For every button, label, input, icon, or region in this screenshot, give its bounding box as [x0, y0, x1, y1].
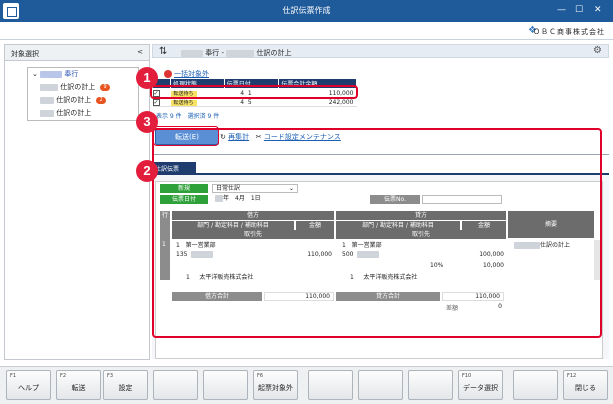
close-button[interactable]: ✕ — [594, 5, 602, 15]
date-day: 5 — [247, 98, 252, 106]
fkey-label: 転送 — [71, 384, 86, 392]
tree-item-3[interactable]: 仕訳の計上 — [28, 107, 138, 120]
callout-3: 3 — [136, 111, 158, 133]
f6-exclude-button[interactable]: F6 起票対象外 — [253, 370, 298, 400]
f5-empty-button[interactable] — [203, 370, 248, 400]
status-badge: 転送待ち — [170, 99, 197, 106]
redacted-text — [181, 49, 203, 57]
fkey-code: F3 — [107, 373, 114, 379]
highlight-box-3 — [153, 126, 219, 146]
target-tree: ⌄ 奉行 仕訳の計上 9 仕訳の計上 2 仕訳の計上 — [27, 67, 139, 121]
redacted-text — [226, 49, 255, 57]
count-badge: 9 — [100, 83, 110, 91]
maximize-button[interactable]: ☐ — [575, 5, 583, 15]
f9-empty-button[interactable] — [408, 370, 453, 400]
highlight-box-1 — [150, 85, 358, 99]
title-bar: 仕訳伝票作成 — ☐ ✕ — [0, 0, 613, 22]
date-month: 4 — [240, 98, 245, 106]
left-panel-title: 対象選択 — [11, 50, 39, 58]
fkey-code: F10 — [462, 373, 472, 379]
grid-summary: 表示 9 件 選択済 9 件 — [156, 113, 220, 120]
fkey-label: 閉じる — [575, 384, 596, 392]
fkey-label: 設定 — [118, 384, 133, 392]
left-panel: 対象選択 < ⌄ 奉行 仕訳の計上 9 仕訳の計上 2 仕訳の計上 — [4, 44, 150, 360]
breadcrumb-part1: 奉行 — [205, 49, 220, 57]
count-badge: 2 — [96, 96, 106, 104]
f1-help-button[interactable]: F1 ヘルプ — [6, 370, 51, 400]
fkey-code: F12 — [567, 373, 577, 379]
fkey-label: ヘルプ — [18, 384, 39, 392]
breadcrumb-part2: 仕訳の計上 — [256, 49, 292, 57]
callout-1: 1 — [136, 67, 158, 89]
row-checkbox[interactable]: ✓ — [152, 98, 160, 106]
function-key-bar: F1 ヘルプ F2 転送 F3 設定 F6 起票対象外 F10 データ選択 F12 閉じる — [0, 366, 613, 404]
f12-close-button[interactable]: F12 閉じる — [563, 370, 608, 400]
gear-icon[interactable]: ⚙ — [593, 45, 602, 56]
exclude-icon — [164, 70, 172, 78]
refresh-icon[interactable]: ⇅ — [159, 46, 167, 57]
redacted-text — [40, 83, 58, 91]
fkey-code: F1 — [10, 373, 17, 379]
collapse-panel-button[interactable]: < — [137, 48, 143, 56]
bulk-exclude-link[interactable]: 一括対象外 — [174, 70, 209, 78]
f4-empty-button[interactable] — [153, 370, 198, 400]
f8-empty-button[interactable] — [358, 370, 403, 400]
redacted-text — [40, 109, 54, 117]
fkey-code: F2 — [60, 373, 67, 379]
f7-empty-button[interactable] — [308, 370, 353, 400]
expand-icon[interactable]: ⌄ — [32, 70, 38, 78]
tree-item-root[interactable]: ⌄ 奉行 — [28, 68, 138, 81]
tree-item-2[interactable]: 仕訳の計上 2 — [28, 94, 138, 107]
redacted-text — [40, 96, 54, 104]
minimize-button[interactable]: — — [557, 5, 566, 15]
company-name: ＯＢＣ商事株式会社 — [533, 28, 605, 36]
window-title: 仕訳伝票作成 — [282, 6, 331, 15]
f2-send-button[interactable]: F2 転送 — [56, 370, 101, 400]
breadcrumb-sep: - — [221, 49, 224, 57]
tree-item-label: 奉行 — [64, 70, 79, 78]
highlight-box-2 — [152, 128, 602, 338]
tree-item-label: 仕訳の計上 — [56, 96, 92, 104]
brand-bar: ❖ ＯＢＣ商事株式会社 — [0, 22, 613, 40]
redacted-text — [40, 70, 63, 78]
tree-item-label: 仕訳の計上 — [60, 83, 96, 91]
f11-empty-button[interactable] — [513, 370, 558, 400]
left-panel-header: 対象選択 < — [5, 45, 149, 61]
tree-item-1[interactable]: 仕訳の計上 9 — [28, 81, 138, 94]
f10-data-select-button[interactable]: F10 データ選択 — [458, 370, 503, 400]
f3-settings-button[interactable]: F3 設定 — [103, 370, 148, 400]
fkey-label: データ選択 — [463, 384, 498, 392]
breadcrumb: ⇅ 奉行 - 仕訳の計上 ⚙ — [152, 44, 609, 58]
fkey-label: 起票対象外 — [258, 384, 293, 392]
tree-item-label: 仕訳の計上 — [56, 109, 92, 117]
callout-2: 2 — [136, 160, 158, 182]
fkey-code: F6 — [257, 373, 264, 379]
